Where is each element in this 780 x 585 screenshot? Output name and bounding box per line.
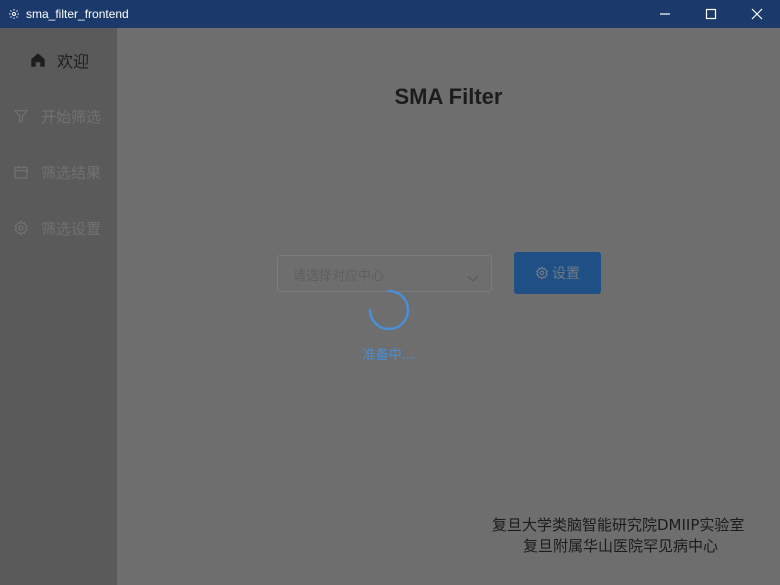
footer-lab-name: 复旦大学类脑智能研究院DMIIP实验室 <box>492 516 745 534</box>
chevron-down-icon <box>467 269 479 282</box>
filter-icon <box>12 107 30 125</box>
sidebar-item-label: 筛选结果 <box>41 163 102 182</box>
center-select-placeholder: 请选择对应中心 <box>293 269 385 284</box>
sidebar-item-label: 欢迎 <box>57 52 90 71</box>
calendar-icon <box>12 163 30 181</box>
settings-button-label: 设置 <box>552 266 580 282</box>
app-gear-icon <box>6 6 22 22</box>
sidebar-item-label: 筛选设置 <box>41 219 102 238</box>
main-content: SMA Filter 请选择对应中心 设置 准备中... 复旦大学类脑智能研究院… <box>117 28 780 585</box>
gear-icon <box>535 266 549 280</box>
loading-text: 准备中... <box>362 348 415 363</box>
close-button[interactable] <box>734 0 780 28</box>
title-bar: sma_filter_frontend <box>0 0 780 28</box>
gear-icon <box>12 219 30 237</box>
window-controls <box>642 0 780 28</box>
sidebar-item-label: 开始筛选 <box>41 107 102 126</box>
sidebar-item-filter-settings[interactable]: 筛选设置 <box>0 208 117 248</box>
footer-hospital-name: 复旦附属华山医院罕见病中心 <box>523 537 719 555</box>
window-title: sma_filter_frontend <box>26 7 129 21</box>
home-icon <box>29 51 47 69</box>
settings-button[interactable]: 设置 <box>514 252 601 294</box>
page-title: SMA Filter <box>394 84 503 109</box>
sidebar-item-filter-results[interactable]: 筛选结果 <box>0 152 117 192</box>
sidebar-item-welcome[interactable]: 欢迎 <box>0 40 117 80</box>
close-icon <box>751 8 763 20</box>
loading-spinner <box>367 288 411 332</box>
minimize-button[interactable] <box>642 0 688 28</box>
sidebar: 欢迎 开始筛选 筛选结果 筛选设置 <box>0 28 117 585</box>
minimize-icon <box>660 13 670 15</box>
center-select[interactable]: 请选择对应中心 <box>277 255 492 292</box>
maximize-icon <box>705 8 717 20</box>
sidebar-item-start-filter[interactable]: 开始筛选 <box>0 96 117 136</box>
maximize-button[interactable] <box>688 0 734 28</box>
